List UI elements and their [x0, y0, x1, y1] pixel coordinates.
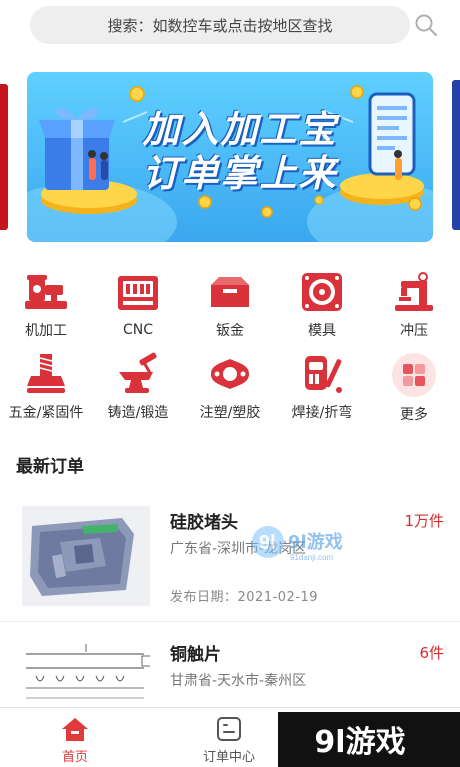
lathe-machine-icon — [23, 270, 69, 314]
category-label: 机加工 — [25, 323, 67, 339]
order-quantity: 1万件 — [404, 512, 444, 530]
category-hardware[interactable]: 五金/紧固件 — [0, 352, 92, 422]
category-mold[interactable]: 模具 — [276, 270, 368, 340]
category-label: 钣金 — [216, 323, 244, 339]
nav-home[interactable]: 首页 — [30, 716, 120, 765]
category-label: 焊接/折弯 — [291, 405, 353, 421]
order-quantity: 6件 — [419, 644, 444, 662]
mold-icon — [299, 270, 345, 314]
order-date: 发布日期：2021-02-19 — [170, 590, 319, 605]
category-label: 铸造/锻造 — [107, 405, 169, 421]
section-title-latest-orders: 最新订单 — [16, 457, 84, 477]
more-grid-icon — [391, 352, 437, 398]
order-center-icon — [217, 717, 241, 741]
category-machining[interactable]: 机加工 — [0, 270, 92, 340]
watermark-badge: 9l游戏 — [278, 712, 460, 767]
banner-title-line2: 订单掌上来 — [142, 152, 338, 195]
order-location: 甘肃省-天水市-秦州区 — [170, 673, 307, 689]
category-sheet-metal[interactable]: 钣金 — [184, 270, 276, 340]
category-more[interactable]: 更多 — [368, 352, 460, 423]
category-label: 五金/紧固件 — [8, 405, 84, 421]
banner-next-peek[interactable] — [452, 80, 460, 230]
category-injection[interactable]: 注塑/塑胶 — [184, 352, 276, 422]
order-title: 硅胶堵头 — [170, 513, 238, 533]
order-card[interactable]: 硅胶堵头 1万件 广东省-深圳市-龙岗区 发布日期：2021-02-19 — [0, 496, 460, 621]
search-placeholder: 搜索：如数控车或点击按地区查找 — [107, 16, 333, 35]
category-label: 注塑/塑胶 — [199, 405, 261, 421]
nav-label: 首页 — [61, 750, 88, 765]
watermark-logo: 9l 9l游戏 91danji.com — [252, 526, 343, 562]
promo-banner[interactable]: 加入加工宝 订单掌上来 — [27, 72, 433, 242]
injection-part-icon — [207, 352, 253, 396]
search-input[interactable]: 搜索：如数控车或点击按地区查找 — [30, 6, 410, 44]
nav-order-center[interactable]: 订单中心 — [184, 716, 274, 765]
banner-prev-peek[interactable] — [0, 84, 8, 230]
category-casting[interactable]: 铸造/锻造 — [92, 352, 184, 422]
order-card[interactable]: 铜触片 6件 甘肃省-天水市-秦州区 — [0, 630, 460, 740]
watermark-domain: 91danji.com — [290, 553, 333, 562]
banner-title-line1: 加入加工宝 — [142, 108, 338, 151]
search-area: 搜索：如数控车或点击按地区查找 — [0, 0, 460, 52]
watermark-text: 9l游戏 — [288, 531, 343, 553]
category-label: 更多 — [400, 407, 428, 423]
cnc-machine-icon — [115, 270, 161, 316]
home-icon — [62, 718, 88, 741]
category-label: 冲压 — [400, 323, 428, 339]
order-thumbnail — [22, 506, 150, 606]
banner-title: 加入加工宝 订单掌上来 — [115, 108, 365, 196]
category-stamping[interactable]: 冲压 — [368, 270, 460, 340]
anvil-icon — [115, 352, 161, 396]
search-icon[interactable] — [413, 12, 439, 38]
nav-label: 订单中心 — [202, 750, 255, 765]
svg-text:9l: 9l — [259, 532, 276, 554]
bolt-icon — [23, 352, 69, 396]
stamping-press-icon — [391, 270, 437, 314]
category-welding[interactable]: 焊接/折弯 — [276, 352, 368, 422]
category-label: 模具 — [308, 323, 336, 339]
sheet-metal-icon — [207, 270, 253, 314]
watermark-badge-text: 9l游戏 — [314, 725, 405, 760]
divider — [0, 621, 460, 622]
welding-icon — [299, 352, 345, 396]
category-label: CNC — [122, 322, 154, 338]
category-cnc[interactable]: CNC — [92, 270, 184, 340]
order-title: 铜触片 — [170, 645, 221, 665]
